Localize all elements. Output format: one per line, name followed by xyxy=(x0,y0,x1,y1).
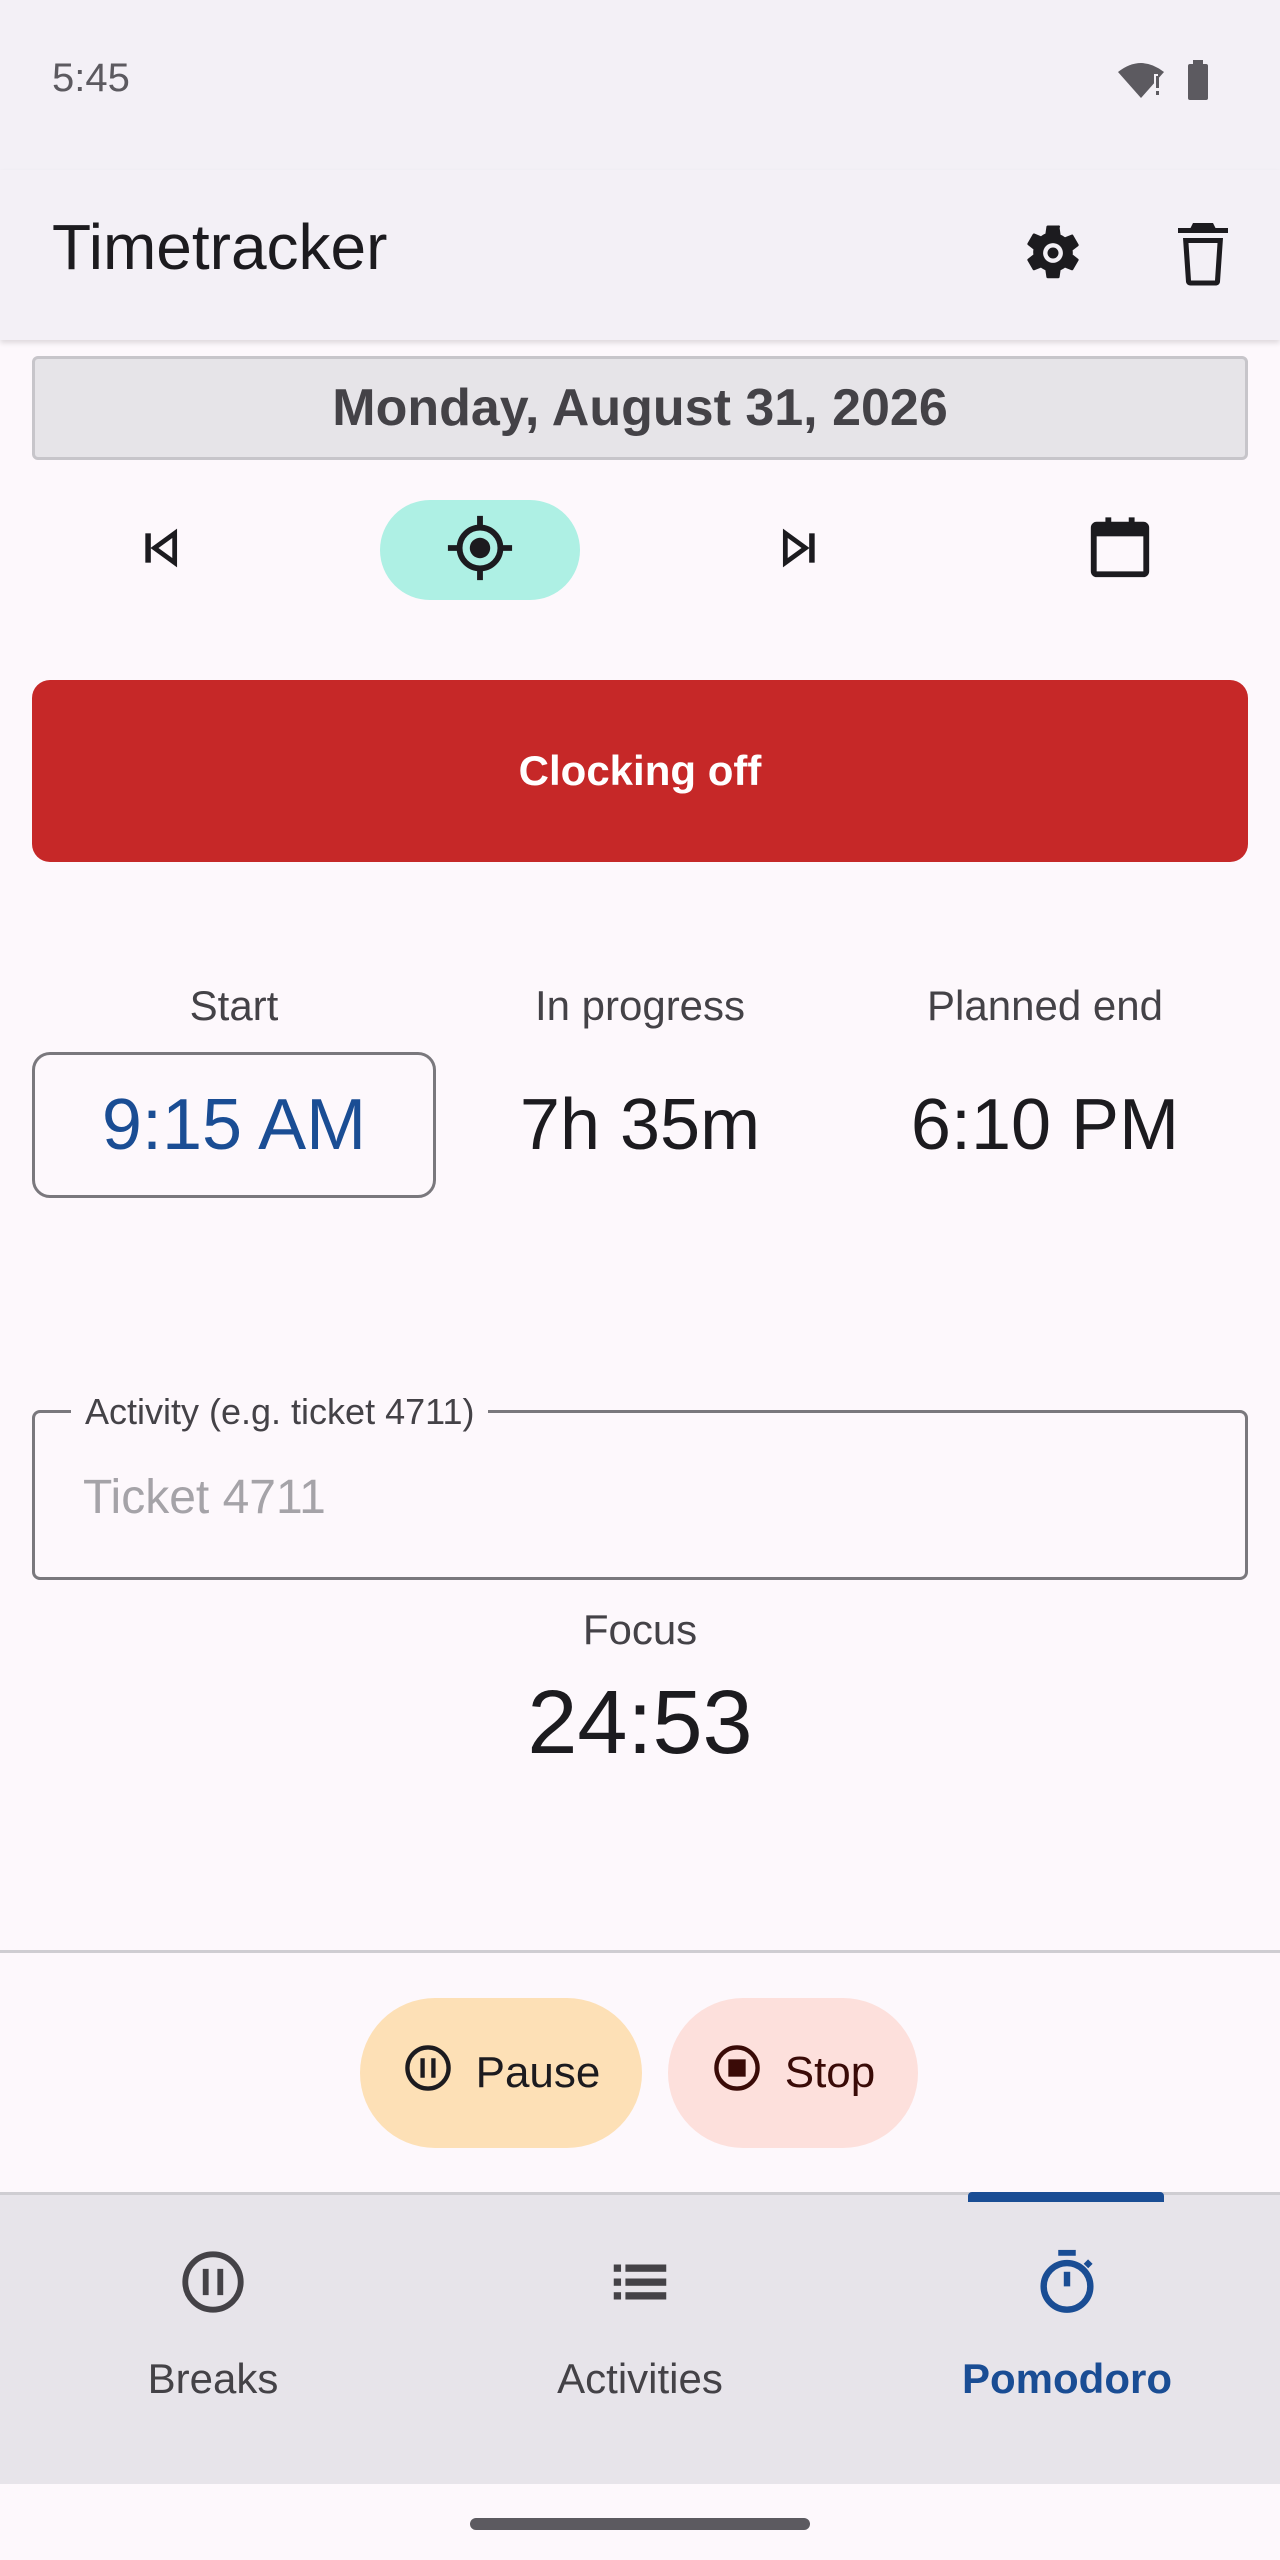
gear-icon xyxy=(1020,220,1086,291)
previous-day-button[interactable] xyxy=(60,500,260,600)
skip-next-icon xyxy=(778,526,822,575)
focus-label: Focus xyxy=(582,1606,698,1653)
in-progress-label: In progress xyxy=(534,982,746,1029)
pause-circle-icon xyxy=(402,2042,454,2105)
status-bar: 5:45 xyxy=(0,0,1280,170)
divider xyxy=(0,1950,1280,1953)
settings-button[interactable] xyxy=(1008,210,1098,300)
stopwatch-icon xyxy=(854,2247,1280,2317)
delete-button[interactable] xyxy=(1158,210,1248,300)
target-icon xyxy=(445,513,515,588)
stop-circle-icon xyxy=(711,2042,763,2105)
pause-label: Pause xyxy=(475,2048,601,2097)
active-tab-indicator xyxy=(968,2192,1164,2202)
pause-circle-icon xyxy=(0,2247,426,2317)
stop-label: Stop xyxy=(784,2048,876,2097)
bottom-navigation: Breaks Activities Pomodoro xyxy=(0,2192,1280,2484)
trash-icon xyxy=(1173,220,1233,291)
date-display[interactable]: Monday, August 31, 2026 xyxy=(32,356,1248,460)
activity-field: Activity (e.g. ticket 4711) xyxy=(32,1391,1248,1580)
app-bar: Timetracker xyxy=(0,170,1280,340)
nav-activities-label: Activities xyxy=(557,2355,723,2402)
status-icons xyxy=(1116,60,1210,105)
list-icon xyxy=(427,2247,853,2317)
stop-button[interactable]: Stop xyxy=(668,1998,918,2148)
calendar-button[interactable] xyxy=(1020,500,1220,600)
app-title: Timetracker xyxy=(52,211,388,283)
nav-activities[interactable]: Activities xyxy=(427,2195,853,2487)
day-navigation xyxy=(0,500,1280,600)
start-time-field[interactable]: 9:15 AM xyxy=(32,1052,436,1198)
start-label: Start xyxy=(189,982,279,1029)
in-progress-value: 7h 35m xyxy=(519,1085,761,1165)
nav-breaks-label: Breaks xyxy=(147,2355,279,2402)
activity-label: Activity (e.g. ticket 4711) xyxy=(71,1391,489,1433)
skip-previous-icon xyxy=(138,526,182,575)
next-day-button[interactable] xyxy=(700,500,900,600)
pause-button[interactable]: Pause xyxy=(360,1998,642,2148)
calendar-icon xyxy=(1085,513,1155,588)
planned-end-label: Planned end xyxy=(927,982,1163,1029)
nav-pomodoro[interactable]: Pomodoro xyxy=(854,2195,1280,2487)
status-time: 5:45 xyxy=(52,56,130,100)
planned-end-value: 6:10 PM xyxy=(910,1085,1180,1165)
activity-input[interactable] xyxy=(83,1467,1183,1527)
today-button[interactable] xyxy=(380,500,580,600)
focus-timer: 24:53 xyxy=(527,1673,753,1773)
nav-breaks[interactable]: Breaks xyxy=(0,2195,426,2487)
battery-icon xyxy=(1186,60,1210,105)
wifi-icon xyxy=(1116,60,1166,105)
clocking-off-button[interactable]: Clocking off xyxy=(32,680,1248,862)
nav-pomodoro-label: Pomodoro xyxy=(962,2355,1172,2402)
home-gesture-bar[interactable] xyxy=(470,2518,810,2530)
